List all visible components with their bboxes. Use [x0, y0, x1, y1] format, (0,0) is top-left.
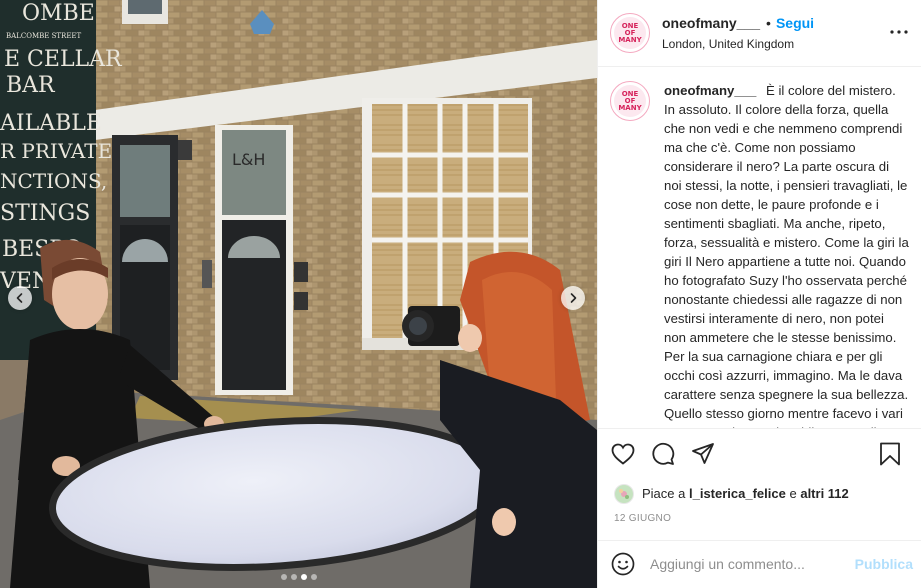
sign-line: BALCOMBE STREET	[6, 32, 82, 40]
sign-line: STINGS	[0, 201, 90, 226]
liker-username-link[interactable]: l_isterica_felice	[689, 486, 786, 501]
publish-button[interactable]: Pubblica	[855, 556, 913, 572]
sign-line: E CELLAR	[4, 47, 123, 72]
sign-line: BAR	[6, 73, 56, 98]
caption-username-link[interactable]: oneofmany___	[664, 83, 756, 98]
share-icon	[692, 442, 714, 464]
avatar-logo-line: MANY	[618, 35, 642, 44]
author-username-link[interactable]: oneofmany___	[662, 15, 760, 31]
post-header: ONE OF MANY oneofmany___ • Segui London,…	[598, 0, 921, 68]
caption-text: oneofmany___ È il colore del mistero. In…	[664, 81, 909, 428]
carousel-dot	[280, 574, 287, 580]
photo-scene: L&H OMBE BALCOMBE STREET E CELLAR BAR AI…	[0, 0, 597, 588]
sign-line: AILABLE	[0, 111, 102, 136]
more-options-button[interactable]	[887, 20, 911, 44]
flower-avatar-icon	[619, 488, 629, 499]
author-avatar[interactable]: ONE OF MANY	[610, 13, 650, 54]
door-sign: L&H	[232, 150, 265, 169]
save-button[interactable]	[873, 437, 907, 471]
likes-prefix: Piace a	[642, 486, 686, 502]
location-link[interactable]: London, United Kingdom	[662, 37, 814, 51]
carousel-dot	[300, 574, 307, 580]
post-sidebar: ONE OF MANY oneofmany___ • Segui London,…	[597, 0, 921, 588]
carousel-next-button[interactable]	[561, 286, 585, 310]
carousel-indicator	[0, 574, 597, 580]
post-photo[interactable]: L&H OMBE BALCOMBE STREET E CELLAR BAR AI…	[0, 0, 597, 588]
chevron-left-icon	[16, 293, 23, 303]
avatar-logo: ONE OF MANY	[614, 85, 646, 118]
more-horizontal-icon	[890, 30, 908, 34]
caption-author-avatar[interactable]: ONE OF MANY	[610, 81, 650, 122]
header-separator: •	[766, 15, 771, 32]
sign-line: R PRIVATE	[0, 139, 112, 163]
likes-others-link[interactable]: altri 112	[800, 486, 848, 501]
comments-section[interactable]: ONE OF MANY oneofmany___ È il colore del…	[598, 67, 921, 428]
like-button[interactable]	[606, 437, 640, 471]
liker-avatar[interactable]	[614, 483, 634, 504]
sign-line: OMBE	[22, 1, 95, 26]
comment-icon	[652, 442, 675, 465]
avatar-logo: ONE OF MANY	[614, 17, 646, 50]
carousel-prev-button[interactable]	[8, 286, 32, 310]
caption-body: È il colore del mistero. In assoluto. Il…	[664, 83, 909, 428]
action-bar	[598, 428, 921, 478]
avatar-logo-line: MANY	[618, 103, 642, 112]
comment-input[interactable]	[650, 556, 850, 573]
carousel-dot	[290, 574, 297, 580]
emoji-button[interactable]	[610, 551, 636, 577]
likes-summary: Piace a l_isterica_felice e altri 112	[598, 478, 921, 509]
caption-comment: ONE OF MANY oneofmany___ È il colore del…	[610, 81, 909, 428]
chevron-right-icon	[570, 293, 577, 303]
heart-icon	[611, 443, 635, 465]
share-button[interactable]	[686, 437, 720, 471]
post-date[interactable]: 12 GIUGNO	[598, 509, 921, 540]
add-comment-bar: Pubblica	[598, 539, 921, 588]
comment-button[interactable]	[646, 437, 680, 471]
likes-connector: e	[789, 486, 797, 502]
bookmark-icon	[880, 442, 900, 466]
carousel-dot	[310, 574, 317, 580]
instagram-post: L&H OMBE BALCOMBE STREET E CELLAR BAR AI…	[0, 0, 921, 588]
emoji-icon	[611, 553, 635, 576]
sign-line: NCTIONS,	[0, 169, 107, 193]
follow-button[interactable]: Segui	[776, 15, 814, 31]
